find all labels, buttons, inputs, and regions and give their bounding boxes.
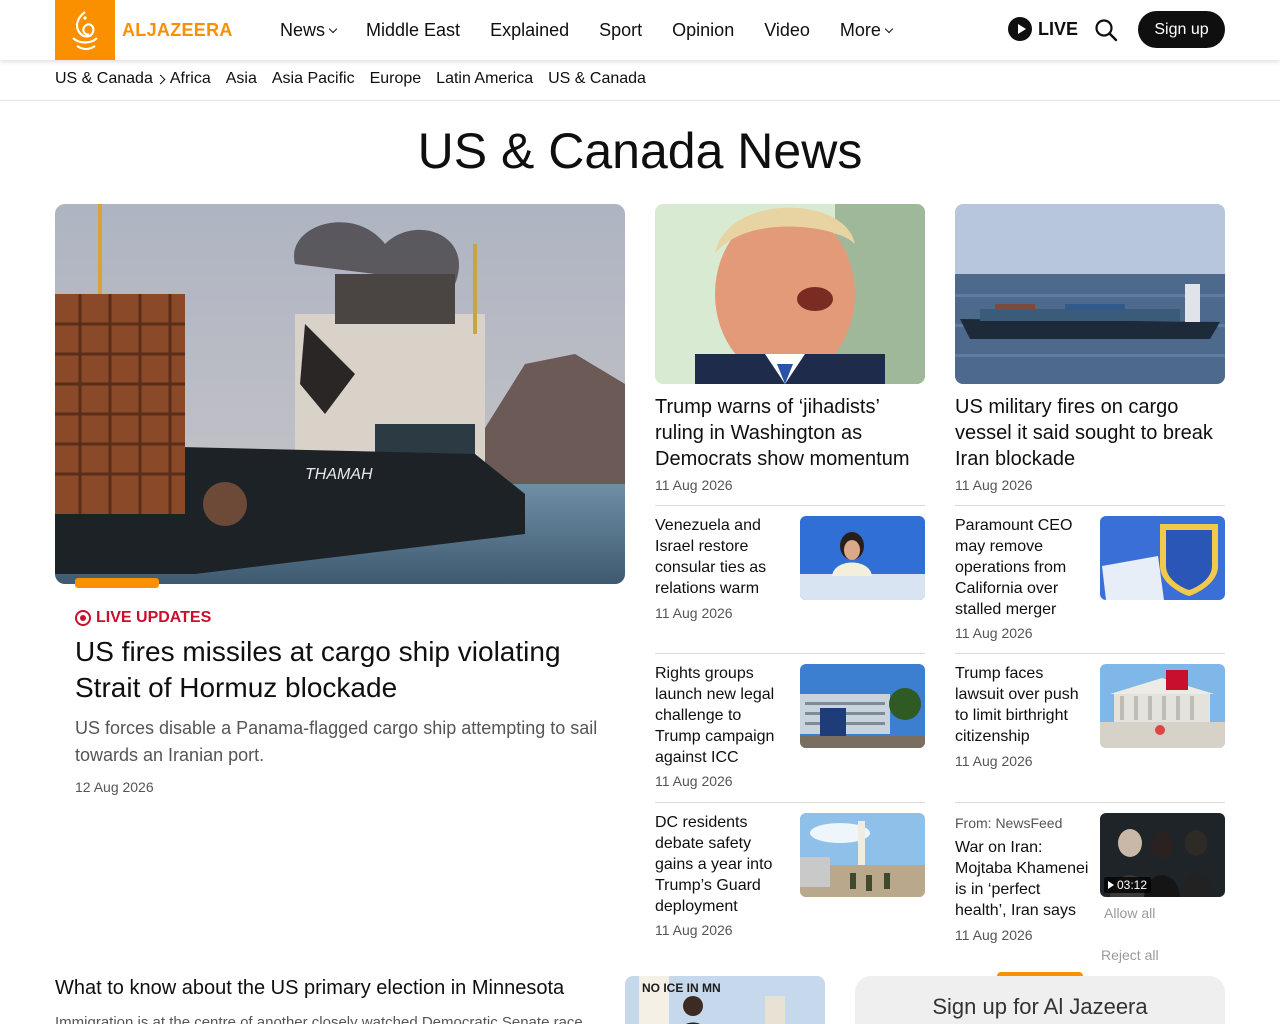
chevron-down-icon (328, 24, 338, 33)
breadcrumb: US & Canada Africa Asia Asia Pacific Eur… (55, 70, 661, 88)
card-date: 11 Aug 2026 (955, 753, 1033, 769)
card-headline[interactable]: Venezuela and Israel restore consular ti… (655, 515, 790, 599)
nav-item-label: Video (764, 19, 810, 40)
main-nav: News Middle East Explained Sport Opinion… (280, 0, 922, 60)
nav-item-more[interactable]: More (839, 19, 894, 41)
card-headline[interactable]: DC residents debate safety gains a year … (655, 812, 790, 917)
card-image-paramount-wb[interactable] (1100, 516, 1225, 600)
card-image-supreme-court[interactable] (1100, 664, 1225, 748)
region-subnav: US & Canada Africa Asia Asia Pacific Eur… (0, 60, 1280, 101)
allow-all-button[interactable]: Allow all (1104, 905, 1155, 921)
subnav-link-europe[interactable]: Europe (370, 70, 422, 88)
top-navigation-bar: ALJAZEERA News Middle East Explained Spo… (0, 0, 1280, 60)
nav-item-label: Middle East (366, 19, 461, 40)
live-indicator-icon (75, 610, 91, 626)
card-image-icc[interactable] (800, 664, 925, 748)
card-date: 11 Aug 2026 (655, 773, 733, 789)
subnav-link-africa[interactable]: Africa (170, 70, 211, 88)
card-date: 11 Aug 2026 (655, 477, 733, 493)
nav-item-middle-east[interactable]: Middle East (366, 20, 460, 41)
hero-headline[interactable]: US fires missiles at cargo ship violatin… (75, 634, 605, 706)
card-date: 11 Aug 2026 (655, 605, 733, 621)
chevron-right-icon (155, 74, 166, 84)
search-icon[interactable] (1094, 18, 1118, 42)
sign-up-button[interactable]: Sign up (1138, 11, 1225, 48)
nav-item-label: Opinion (672, 19, 735, 40)
live-updates-label: LIVE UPDATES (96, 609, 212, 626)
subnav-link-latin-america[interactable]: Latin America (436, 70, 533, 88)
nav-item-label: News (280, 19, 326, 40)
card-image-minnesota[interactable]: NO ICE IN MN (625, 976, 825, 1024)
nav-item-sport[interactable]: Sport (599, 20, 642, 41)
card-headline[interactable]: Trump warns of ‘jihadists’ ruling in Was… (655, 394, 925, 472)
nav-item-video[interactable]: Video (764, 20, 810, 41)
card-image-dc-guard[interactable] (800, 813, 925, 897)
brand-wordmark[interactable]: ALJAZEERA (122, 20, 233, 41)
ship-name-text: THAMAH (305, 466, 373, 483)
card-date: 11 Aug 2026 (955, 625, 1033, 641)
protest-sign-text: NO ICE IN MN (642, 981, 721, 995)
subnav-link-asia[interactable]: Asia (226, 70, 257, 88)
nav-item-explained[interactable]: Explained (490, 20, 569, 41)
card-date: 11 Aug 2026 (655, 922, 733, 938)
story-headline[interactable]: What to know about the US primary electi… (55, 977, 615, 1000)
nav-item-news[interactable]: News (280, 19, 338, 41)
hero-summary: US forces disable a Panama-flagged cargo… (75, 718, 598, 765)
live-label: LIVE (1038, 18, 1079, 39)
nav-item-opinion[interactable]: Opinion (672, 20, 734, 41)
divider (955, 653, 1225, 654)
nav-item-label: Explained (490, 19, 570, 40)
video-thumbnail[interactable]: 03:12 (1100, 813, 1225, 897)
breadcrumb-current[interactable]: US & Canada (55, 70, 153, 88)
card-image-trump[interactable] (655, 204, 925, 384)
divider (655, 653, 925, 654)
subnav-link-asia-pacific[interactable]: Asia Pacific (272, 70, 355, 88)
card-date: 11 Aug 2026 (955, 927, 1033, 943)
aljazeera-logo-icon[interactable] (55, 0, 115, 60)
story-summary: Immigration is at the centre of another … (55, 1014, 583, 1024)
card-headline[interactable]: War on Iran: Mojtaba Khamenei is in ‘per… (955, 837, 1090, 921)
card-image-venezuela[interactable] (800, 516, 925, 600)
hero-image[interactable]: THAMAH (55, 204, 625, 584)
logo-calligraphy-icon (72, 11, 98, 50)
hero-date: 12 Aug 2026 (75, 779, 154, 795)
reject-all-button[interactable]: Reject all (1101, 947, 1159, 963)
live-updates-badge: LIVE UPDATES (75, 609, 211, 627)
newsletter-title: Sign up for Al Jazeera (932, 994, 1148, 1019)
divider (955, 802, 1225, 803)
divider (655, 802, 925, 803)
nav-item-label: Sport (599, 19, 643, 40)
card-headline[interactable]: Paramount CEO may remove operations from… (955, 515, 1090, 620)
nav-item-label: More (839, 19, 881, 40)
divider (655, 505, 925, 506)
divider (955, 505, 1225, 506)
hero-accent-bar (75, 578, 159, 588)
card-image-cargo-vessel[interactable] (955, 204, 1225, 384)
page-title: US & Canada News (417, 123, 863, 179)
video-duration-badge: 03:12 (1104, 877, 1152, 893)
card-headline[interactable]: Rights groups launch new legal challenge… (655, 663, 790, 768)
newsletter-signup-box: Sign up for Al Jazeera (855, 976, 1225, 1024)
chevron-down-icon (884, 24, 894, 33)
live-button[interactable]: LIVE (1008, 17, 1078, 41)
video-duration: 03:12 (1117, 878, 1148, 892)
subnav-link-us-canada[interactable]: US & Canada (548, 70, 646, 88)
card-headline[interactable]: Trump faces lawsuit over push to limit b… (955, 663, 1090, 747)
card-date: 11 Aug 2026 (955, 477, 1033, 493)
play-icon (1008, 17, 1032, 41)
card-headline[interactable]: US military fires on cargo vessel it sai… (955, 394, 1225, 472)
source-label: From: NewsFeed (955, 815, 1063, 831)
